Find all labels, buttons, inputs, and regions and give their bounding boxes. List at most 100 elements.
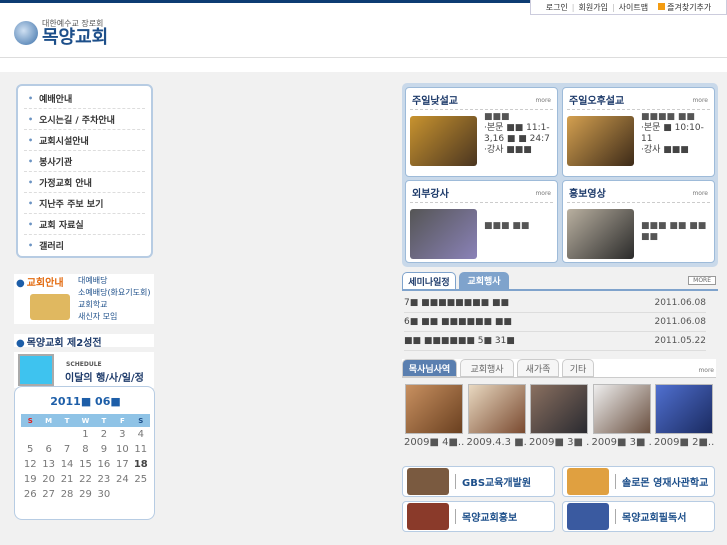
calendar-day[interactable]: 7 [58,444,76,458]
calendar-day[interactable]: 15 [76,459,94,473]
seminar-title: 6■ ■■ ■■■■■■ ■■ [404,317,512,327]
favorite-label: 즐겨찾기추가 [667,2,712,12]
second-sanctuary-link[interactable]: 목양교회 제2성전 [14,334,154,349]
calendar-day[interactable]: 13 [39,459,57,473]
video-thumbnail[interactable] [410,116,477,166]
calendar-day[interactable]: 21 [58,474,76,488]
favorite-link[interactable]: 즐겨찾기추가 [658,2,711,13]
banner-link[interactable]: 솔로몬 영재사관학교 [562,466,715,497]
video-thumbnail[interactable] [410,209,477,259]
photo-caption[interactable]: 2009■ 2■... [654,437,714,448]
photo-caption[interactable]: 2009■ 4■... [404,437,464,448]
calendar-day[interactable]: 28 [58,489,76,503]
seminar-more-button[interactable]: MORE [688,276,716,285]
more-link[interactable]: more [692,190,708,197]
sermon-info-line: ·본문 ■ 10:10-11 [641,123,704,144]
sermon-card: 홍보영상 more ■■■ ■■ ■■ ■■ [562,180,715,263]
card-title[interactable]: 홍보영상 [569,185,606,200]
video-thumbnail[interactable] [567,209,634,259]
calendar-day[interactable]: 29 [76,489,94,503]
info-link[interactable]: 소예배당(화요기도회) [78,287,150,298]
seminar-title: 7■ ■■■■■■■■ ■■ [404,298,509,308]
tab-pastor-ministry[interactable]: 목사님사역 [402,359,457,377]
calendar-day[interactable]: 3 [113,429,131,443]
card-title[interactable]: 외부강사 [412,185,449,200]
calendar-day[interactable]: 14 [58,459,76,473]
calendar-day[interactable]: 12 [21,459,39,473]
calendar-day[interactable]: 25 [132,474,150,488]
info-link[interactable]: 새신자 모임 [78,311,117,322]
calendar-day[interactable]: 5 [21,444,39,458]
sermon-info: ■■■ ■■ [484,221,529,232]
tab-church-events[interactable]: 교회행사 [460,359,514,377]
banner-link[interactable]: 목양교회홍보 [402,501,555,532]
calendar-day[interactable]: 9 [95,444,113,458]
menu-item[interactable]: 교회시설안내 [24,130,145,151]
banner-link[interactable]: GBS교육개발원 [402,466,555,497]
info-link[interactable]: 교회학교 [78,299,107,310]
calendar-day[interactable]: 8 [76,444,94,458]
gallery-photo[interactable] [592,384,651,434]
calendar-day[interactable]: 30 [95,489,113,503]
menu-item[interactable]: 오시는길 / 주차안내 [24,109,145,130]
login-link[interactable]: 로그인 [546,2,568,13]
gallery-photo[interactable] [655,384,713,434]
more-link[interactable]: more [535,97,551,104]
calendar-day[interactable]: 26 [21,489,39,503]
menu-item[interactable]: 봉사기관 [24,151,145,172]
gallery-photo[interactable] [405,384,463,434]
church-info-box: 교회안내 대예배당 소예배당(화요기도회) 교회학교 새신자 모임 [14,274,154,324]
calendar-day[interactable]: 23 [95,474,113,488]
calendar-day[interactable]: 27 [39,489,57,503]
signup-link[interactable]: 회원가입 [579,2,608,13]
gallery-more-link[interactable]: more [698,367,714,374]
more-link[interactable]: more [692,97,708,104]
calendar-day[interactable]: 10 [113,444,131,458]
calendar-day[interactable]: 1 [76,429,94,443]
calendar-day[interactable]: 17 [113,459,131,473]
menu-item[interactable]: 교회 자료실 [24,214,145,235]
card-title[interactable]: 주일낮설교 [412,92,458,107]
tab-new-family[interactable]: 새가족 [517,359,559,377]
banner-link[interactable]: 목양교회필독서 [562,501,715,532]
photo-caption[interactable]: 2009■ 3■ ... [592,437,652,448]
photo-caption[interactable]: 2009■ 3■ ... [529,437,589,448]
menu-item[interactable]: 예배안내 [24,88,145,109]
calendar-day[interactable]: 24 [113,474,131,488]
calendar-day[interactable]: 22 [76,474,94,488]
banner-image-icon [407,503,449,530]
video-thumbnail[interactable] [567,116,634,166]
card-title[interactable]: 주일오후설교 [569,92,624,107]
calendar-day[interactable]: 16 [95,459,113,473]
more-link[interactable]: more [535,190,551,197]
calendar-day[interactable]: 18 [132,459,150,473]
calendar-day[interactable]: 11 [132,444,150,458]
weekday-label: M [45,416,53,425]
tab-other[interactable]: 기타 [562,359,594,377]
calendar-day[interactable]: 4 [132,429,150,443]
menu-item[interactable]: 지난주 주보 보기 [24,193,145,214]
schedule-title: 이달의 행/사/일/정 [65,373,144,384]
gallery-photo[interactable] [530,384,588,434]
banner-image-icon [567,503,609,530]
seminar-row[interactable]: 6■ ■■ ■■■■■■ ■■ 2011.06.08 [404,313,706,332]
weekday-label: T [101,416,107,425]
photo-caption[interactable]: 2009.4.3 ■... [467,437,527,448]
logo[interactable]: 대한예수교 장로회 목양교회 [14,18,108,47]
calendar-day [39,429,57,443]
calendar-day[interactable]: 6 [39,444,57,458]
seminar-row[interactable]: 7■ ■■■■■■■■ ■■ 2011.06.08 [404,294,706,313]
menu-item[interactable]: 가정교회 안내 [24,172,145,193]
menu-item[interactable]: 갤러리 [24,235,145,256]
info-link[interactable]: 대예배당 [78,275,107,286]
tab-seminar[interactable]: 세미나일정 [402,272,456,289]
seminar-tabs: 세미나일정 교회행사 MORE [402,272,718,291]
gallery-photo[interactable] [467,384,526,434]
seminar-row[interactable]: ■■ ■■■■■■ 5■ 31■ 2011.05.22 [404,332,706,351]
calendar-day[interactable]: 2 [95,429,113,443]
sitemap-link[interactable]: 사이트맵 [619,2,648,13]
calendar-day[interactable]: 19 [21,474,39,488]
calendar-day [58,429,76,443]
calendar-day[interactable]: 20 [39,474,57,488]
tab-church-events[interactable]: 교회행사 [459,272,509,289]
